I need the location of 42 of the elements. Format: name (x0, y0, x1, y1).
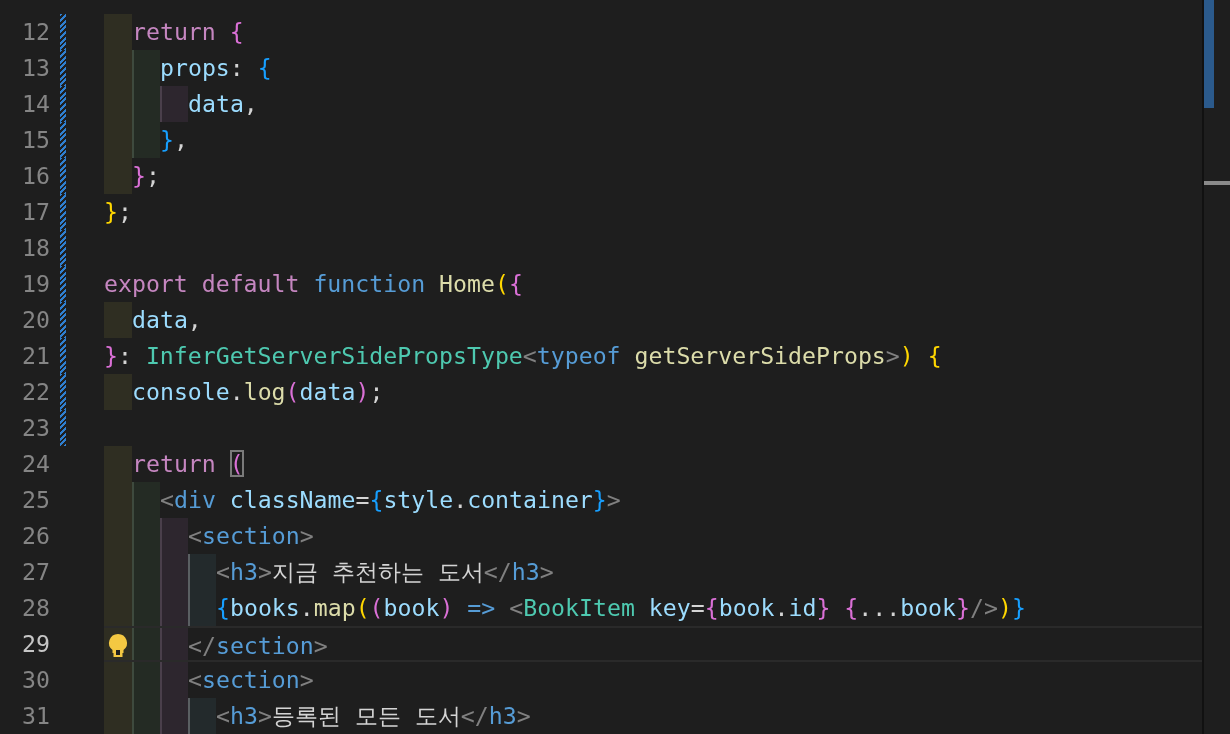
line-number: 24 (21, 449, 50, 479)
code-line: <h3>지금 추천하는 도서</h3> (216, 557, 554, 587)
line-number: 28 (21, 593, 50, 623)
line-number: 19 (21, 269, 50, 299)
code-line: data, (132, 305, 202, 335)
line-number: 16 (21, 161, 50, 191)
line-number: 15 (21, 125, 50, 155)
line-number: 14 (21, 89, 50, 119)
overview-ruler-marker (1204, 181, 1230, 185)
code-line: <section> (188, 521, 314, 551)
code-line: <div className={style.container}> (160, 485, 621, 515)
line-number: 26 (21, 521, 50, 551)
line-number: 17 (21, 197, 50, 227)
line-number: 20 (21, 305, 50, 335)
code-line: </section> (188, 631, 328, 660)
code-line: }; (104, 197, 132, 227)
line-number: 27 (21, 557, 50, 587)
scrollbar-thumb[interactable] (1204, 0, 1214, 108)
line-number: 13 (21, 53, 50, 83)
code-line: console.log(data); (132, 377, 384, 407)
code-line: }; (132, 161, 160, 191)
line-number: 25 (21, 485, 50, 515)
line-number: 21 (21, 341, 50, 371)
code-line: }, (160, 125, 188, 155)
line-number: 23 (21, 413, 50, 443)
code-line: return { (132, 17, 244, 47)
code-line: }: InferGetServerSidePropsType<typeof getServerSideProps>) { (104, 341, 942, 371)
code-line: <h3>등록된 모든 도서</h3> (216, 701, 531, 731)
line-number: 31 (21, 701, 50, 731)
line-number: 22 (21, 377, 50, 407)
lightbulb-icon[interactable] (107, 633, 129, 657)
code-line: {books.map((book) => <BookItem key={book.id} {...book}/>)} (216, 593, 1026, 623)
code-line: <section> (188, 665, 314, 695)
code-line: return ( (132, 449, 244, 479)
line-number: 29 (21, 629, 50, 659)
code-line: props: { (160, 53, 272, 83)
line-number: 12 (21, 17, 50, 47)
line-number: 18 (21, 233, 50, 263)
code-line: export default function Home({ (104, 269, 523, 299)
scrollbar[interactable] (1202, 0, 1230, 734)
line-number: 30 (21, 665, 50, 695)
code-line: data, (188, 89, 258, 119)
